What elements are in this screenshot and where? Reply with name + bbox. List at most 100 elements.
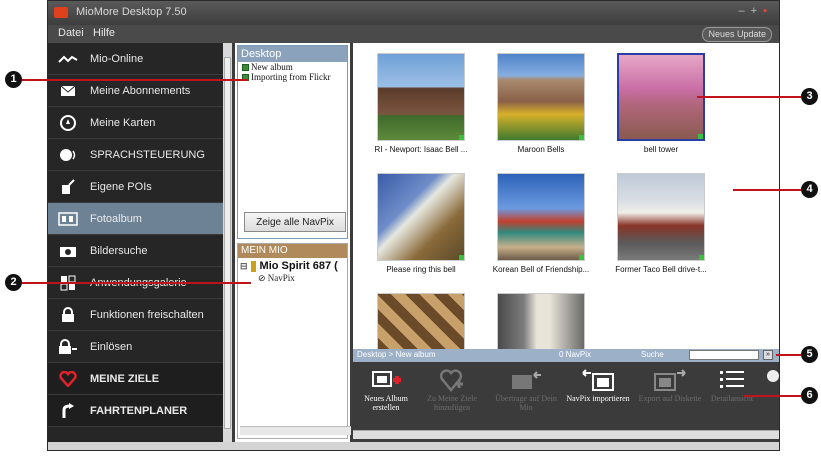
album-label: New album xyxy=(251,62,293,72)
callout-2: 2 xyxy=(5,274,22,291)
sidebar-item-meine-ziele[interactable]: MEINE ZIELE xyxy=(48,363,223,395)
show-all-navpix-button[interactable]: Zeige alle NavPix xyxy=(244,212,346,232)
app-logo xyxy=(54,7,68,18)
sidebar-item-einloesen[interactable]: Einlösen xyxy=(48,331,223,363)
toolbar-overflow-toggle[interactable] xyxy=(767,370,779,382)
new-album-button[interactable]: Neues Album erstellen xyxy=(353,366,419,412)
photo-thumbnail[interactable] xyxy=(617,173,705,261)
search-input[interactable] xyxy=(689,350,759,360)
album-label: Importing from Flickr xyxy=(251,72,331,82)
callout-1: 1 xyxy=(5,71,22,88)
photo-caption: RI - Newport: Isaac Bell ... xyxy=(374,145,468,154)
desktop-panel-title: Desktop xyxy=(238,46,347,62)
sidebar-label: Einlösen xyxy=(90,340,133,353)
window-title: MioMore Desktop 7.50 xyxy=(76,6,187,18)
sidebar-item-fotoalbum[interactable]: Fotoalbum xyxy=(48,203,223,235)
tool-label: Zu Meine Ziele hinzufügen xyxy=(427,394,477,412)
update-button[interactable]: Neues Update xyxy=(702,27,772,42)
sidebar-item-bildersuche[interactable]: Bildersuche xyxy=(48,235,223,267)
navpix-folder[interactable]: ⊘ NavPix xyxy=(238,273,347,284)
mein-mio-title: MEIN MIO xyxy=(238,244,347,258)
tool-label: Übertrage auf Dein Mio xyxy=(495,394,557,412)
maximize-button[interactable]: + xyxy=(751,5,763,17)
photo-caption: bell tower xyxy=(643,145,679,154)
navpix-count: 0 NavPix xyxy=(559,350,592,359)
photo-item[interactable] xyxy=(371,293,471,349)
status-flag xyxy=(699,255,704,260)
photo-grid: RI - Newport: Isaac Bell ... Maroon Bell… xyxy=(353,43,779,349)
photo-item[interactable]: Maroon Bells xyxy=(491,53,591,154)
minimize-button[interactable]: – xyxy=(739,5,751,17)
route-icon xyxy=(58,402,78,419)
device-item[interactable]: ⊟ Mio Spirit 687 ( xyxy=(238,260,347,272)
photo-item[interactable]: Former Taco Bell drive-t... xyxy=(611,173,711,274)
sidebar-item-mio-online[interactable]: Mio-Online xyxy=(48,43,223,75)
photo-thumbnail[interactable] xyxy=(377,293,465,349)
photo-caption: Maroon Bells xyxy=(517,145,565,154)
collapse-icon[interactable]: ⊟ xyxy=(240,261,248,272)
photo-thumbnail[interactable] xyxy=(497,173,585,261)
heart-icon xyxy=(58,370,78,387)
sidebar-label: Funktionen freischalten xyxy=(90,308,204,321)
album-item[interactable]: Importing from Flickr xyxy=(238,72,347,82)
export-icon xyxy=(637,366,703,394)
status-search-bar: Desktop > New album 0 NavPix Suche » xyxy=(353,349,779,362)
folder-panel: Desktop New album Importing from Flickr … xyxy=(235,43,351,442)
sidebar-label: Eigene POIs xyxy=(90,180,152,193)
status-flag xyxy=(459,255,464,260)
compass-icon xyxy=(58,114,78,131)
album-item[interactable]: New album xyxy=(238,62,347,72)
sidebar-item-karten[interactable]: Meine Karten xyxy=(48,107,223,139)
photo-caption: Please ring this bell xyxy=(386,265,456,274)
envelope-icon xyxy=(58,83,78,99)
photo-thumbnail[interactable] xyxy=(617,53,705,141)
photo-thumbnail[interactable] xyxy=(377,53,465,141)
tool-label: Neues Album erstellen xyxy=(364,394,408,412)
sidebar-label: Meine Abonnements xyxy=(90,84,191,97)
sidebar-label: Meine Karten xyxy=(90,116,156,129)
camera-icon xyxy=(58,243,78,259)
tool-label: Export auf Diskette xyxy=(638,394,702,403)
scroll-thumb[interactable] xyxy=(224,57,231,429)
poi-icon xyxy=(58,178,78,195)
sidebar-scrollbar[interactable] xyxy=(223,43,232,442)
photo-item[interactable]: Please ring this bell xyxy=(371,173,471,274)
callout-6: 6 xyxy=(801,387,818,404)
transfer-to-mio-button[interactable]: Übertrage auf Dein Mio xyxy=(493,366,559,412)
status-bar xyxy=(48,442,779,450)
callout-line-1 xyxy=(22,79,248,81)
list-view-icon xyxy=(699,366,765,394)
mio-panel-scrollbar[interactable] xyxy=(240,426,351,435)
toolbar-scrollbar[interactable] xyxy=(353,430,779,439)
callout-line-5 xyxy=(776,354,801,356)
sidebar-item-fahrtenplaner[interactable]: FAHRTENPLANER xyxy=(48,395,223,427)
sidebar-item-freischalten[interactable]: Funktionen freischalten xyxy=(48,299,223,331)
menu-hilfe[interactable]: Hilfe xyxy=(93,27,115,39)
sidebar-item-eigene-pois[interactable]: Eigene POIs xyxy=(48,171,223,203)
heart-add-icon xyxy=(419,366,485,394)
sidebar-label: SPRACHSTEUERUNG xyxy=(90,148,205,161)
callout-5: 5 xyxy=(801,346,818,363)
menu-datei[interactable]: Datei xyxy=(58,27,84,39)
photo-thumbnail[interactable] xyxy=(497,53,585,141)
photo-thumbnail[interactable] xyxy=(497,293,585,349)
sidebar-label: Fotoalbum xyxy=(90,212,142,225)
detail-view-button[interactable]: Detailansicht xyxy=(699,366,765,403)
search-button[interactable]: » xyxy=(763,350,773,360)
photo-thumbnail[interactable] xyxy=(377,173,465,261)
close-button[interactable]: ▪ xyxy=(763,5,773,17)
photo-item[interactable]: RI - Newport: Isaac Bell ... xyxy=(371,53,471,154)
sidebar: Mio-Online Meine Abonnements Meine Karte… xyxy=(48,43,223,442)
import-navpix-button[interactable]: NavPix importieren xyxy=(565,366,631,403)
status-flag xyxy=(698,134,703,139)
add-to-favorites-button[interactable]: Zu Meine Ziele hinzufügen xyxy=(419,366,485,412)
export-disk-button[interactable]: Export auf Diskette xyxy=(637,366,703,403)
photo-item[interactable]: bell tower xyxy=(611,53,711,154)
window-controls: –+▪ xyxy=(739,5,773,17)
photo-album-icon xyxy=(58,211,78,227)
photo-item[interactable] xyxy=(491,293,591,349)
callout-line-2 xyxy=(22,282,251,284)
callout-line-6 xyxy=(744,395,801,397)
sidebar-item-sprachsteuerung[interactable]: SPRACHSTEUERUNG xyxy=(48,139,223,171)
photo-item[interactable]: Korean Bell of Friendship... xyxy=(491,173,591,274)
